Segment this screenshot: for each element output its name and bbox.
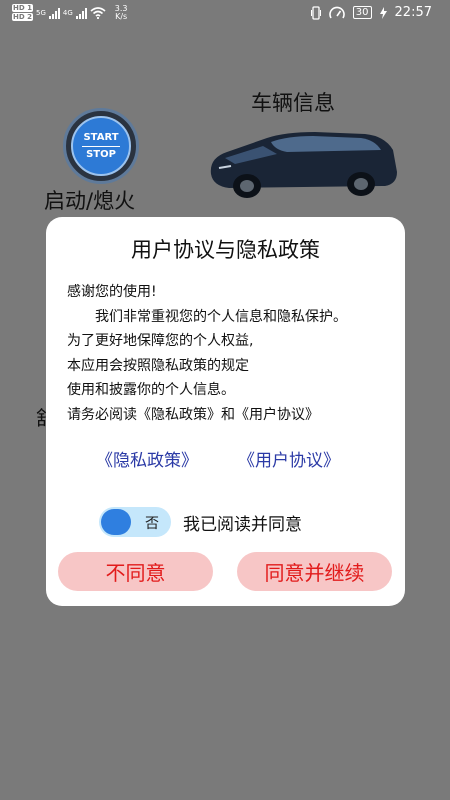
body-line: 我们非常重视您的个人信息和隐私保护。: [67, 308, 347, 325]
charging-icon: [379, 6, 387, 19]
battery-level: 30: [352, 6, 372, 19]
dialog-body: 感谢您的使用! 我们非常重视您的个人信息和隐私保护。 为了更好地保障您的个人权益…: [67, 281, 347, 428]
start-label: START: [83, 131, 119, 143]
status-bar: HD 1 HD 2 5G 4G 3.3 K/s 30 22:57: [0, 0, 450, 26]
sim-tags: HD 1 HD 2: [12, 4, 33, 21]
signal2-icon: [75, 7, 87, 19]
body-line: 为了更好地保障您的个人权益,: [67, 333, 254, 349]
body-line: 感谢您的使用!: [67, 284, 157, 300]
sim2-tag: HD 2: [12, 13, 33, 21]
user-agreement-link[interactable]: 《用户协议》: [238, 446, 340, 471]
car-image: [210, 132, 397, 198]
toggle-state-text: 否: [145, 516, 159, 532]
disagree-button[interactable]: 不同意: [58, 552, 213, 591]
agree-label: 我已阅读并同意: [183, 514, 302, 535]
privacy-policy-link[interactable]: 《隐私政策》: [96, 446, 198, 471]
network2-label: 4G: [62, 8, 73, 17]
start-stop-divider: [82, 145, 120, 147]
status-left: HD 1 HD 2 5G 4G 3.3 K/s: [12, 4, 128, 21]
body-line: 请务必阅读《隐私政策》和《用户协议》: [67, 406, 319, 423]
speed-unit: K/s: [115, 11, 128, 21]
signal1-icon: [48, 7, 60, 19]
dialog-title: 用户协议与隐私政策: [131, 238, 320, 262]
stop-label: STOP: [86, 148, 116, 160]
network-speed: 3.3 K/s: [115, 4, 128, 21]
body-line: 本应用会按照隐私政策的规定: [67, 357, 249, 374]
wifi-icon: [90, 6, 106, 19]
start-stop-button[interactable]: START STOP: [63, 108, 139, 184]
body-line: 使用和披露你的个人信息。: [67, 382, 235, 398]
status-right: 30 22:57: [310, 5, 432, 20]
ignition-label: 启动/熄火: [44, 189, 136, 213]
agree-row: 否 我已阅读并同意: [99, 507, 302, 537]
agree-toggle[interactable]: 否: [99, 507, 171, 537]
speedometer-icon: [329, 6, 345, 18]
agree-continue-button[interactable]: 同意并继续: [237, 552, 392, 591]
sim1-tag: HD 1: [12, 4, 33, 12]
vibrate-icon: [310, 5, 321, 20]
toggle-knob: [101, 509, 131, 535]
privacy-dialog: 用户协议与隐私政策 感谢您的使用! 我们非常重视您的个人信息和隐私保护。 为了更…: [46, 217, 405, 606]
car-info-title: 车辆信息: [251, 91, 335, 115]
network1-label: 5G: [35, 8, 46, 17]
start-stop-face: START STOP: [71, 116, 131, 176]
clock: 22:57: [394, 5, 432, 20]
